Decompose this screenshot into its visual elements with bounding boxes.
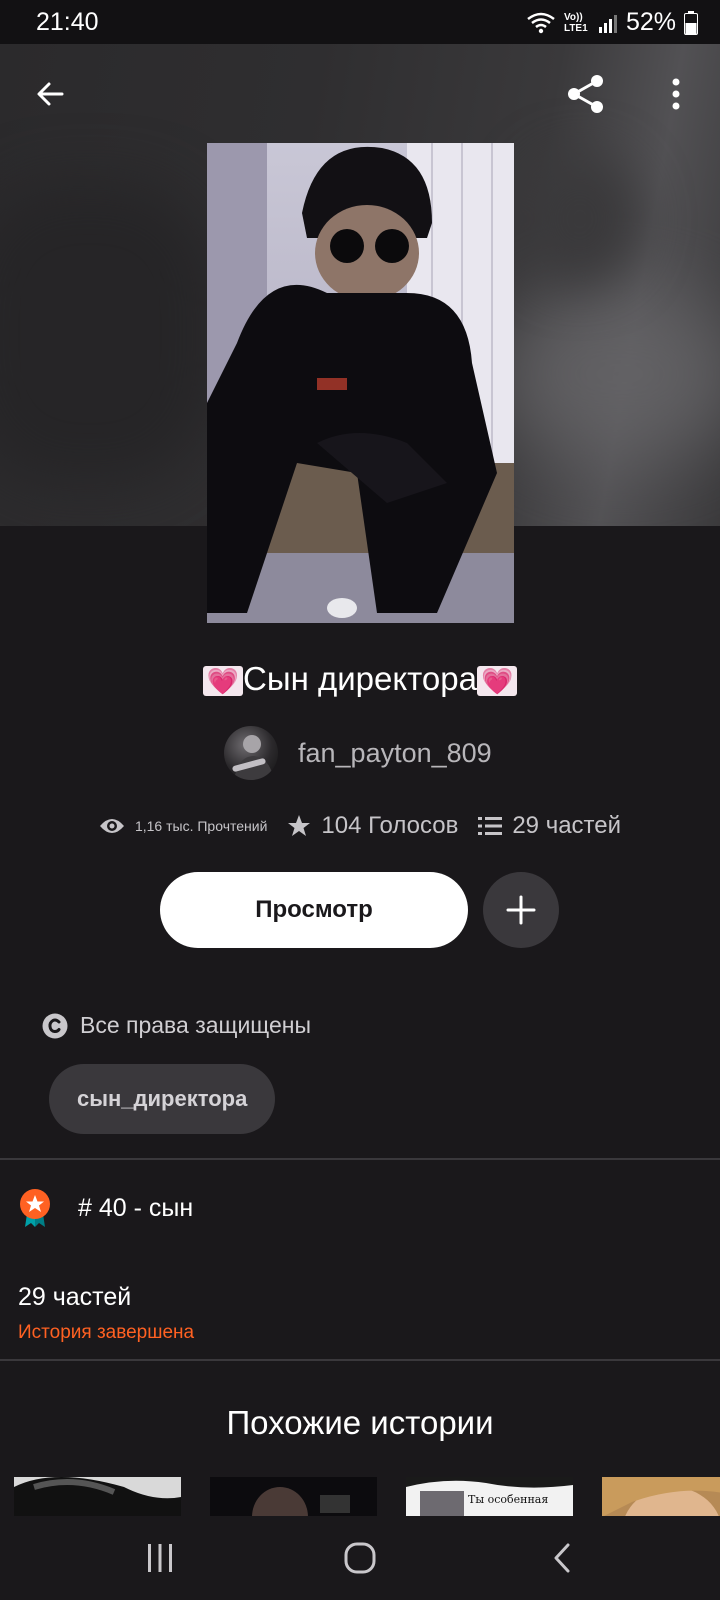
- status-bar: 21:40 Vo)) LTE1 52%: [0, 0, 720, 44]
- votes-count: 104 Голосов: [321, 812, 459, 839]
- story-stats: 1,16 тыс. Прочтений 104 Голосов 29 часте…: [0, 812, 720, 840]
- read-button[interactable]: Просмотр: [160, 872, 468, 948]
- tag-chip[interactable]: сын_директора: [49, 1064, 276, 1134]
- more-button[interactable]: [656, 72, 696, 116]
- chevron-left-icon: [554, 1543, 570, 1573]
- rank-row[interactable]: # 40 - сын: [18, 1188, 193, 1228]
- arrow-left-icon: [37, 82, 64, 106]
- battery-icon: [684, 10, 698, 35]
- similar-story-card[interactable]: Ты особенная: [406, 1477, 573, 1517]
- author-avatar[interactable]: [224, 726, 278, 780]
- copyright-icon: [42, 1013, 68, 1038]
- add-to-library-button[interactable]: [483, 872, 559, 948]
- parts-count[interactable]: 29 частей: [18, 1283, 194, 1312]
- share-button[interactable]: [562, 70, 610, 118]
- copyright-text: Все права защищены: [80, 1012, 311, 1038]
- heart-emoji-icon: 💗: [202, 665, 244, 696]
- plus-icon: [506, 895, 536, 925]
- share-icon: [568, 75, 603, 113]
- parts-stat: 29 частей: [478, 812, 621, 840]
- star-icon: [288, 815, 311, 836]
- network-label: Vo)) LTE1: [563, 11, 588, 34]
- system-nav-bar: [0, 1516, 720, 1600]
- wifi-icon: [526, 12, 556, 34]
- signal-icon: [598, 13, 618, 33]
- list-icon: [478, 817, 503, 835]
- home-button[interactable]: [330, 1534, 390, 1582]
- votes-stat: 104 Голосов: [287, 812, 458, 840]
- recent-apps-button[interactable]: [130, 1534, 190, 1582]
- copyright-row: Все права защищены: [42, 1012, 311, 1039]
- parts-count-stat: 29 частей: [512, 812, 622, 839]
- similar-story-caption: Ты особенная: [468, 1493, 549, 1506]
- story-title: 💗 Сын директора 💗: [0, 660, 720, 698]
- author-row[interactable]: fan_payton_809: [224, 726, 492, 780]
- divider: [0, 1359, 720, 1361]
- battery-percent: 52%: [625, 8, 676, 36]
- recent-apps-icon: [148, 1544, 172, 1572]
- rank-badge-icon: [20, 1189, 50, 1227]
- similar-story-card[interactable]: [210, 1477, 377, 1517]
- story-status: История завершена: [18, 1322, 195, 1343]
- story-cover[interactable]: [207, 143, 514, 623]
- status-time: 21:40: [36, 8, 99, 36]
- more-vertical-icon: [672, 78, 680, 110]
- divider: [0, 1158, 720, 1160]
- similar-stories-title: Похожие истории: [226, 1404, 494, 1441]
- similar-stories-carousel[interactable]: Ты особенная: [14, 1477, 720, 1517]
- author-name[interactable]: fan_payton_809: [298, 738, 492, 769]
- reads-stat: 1,16 тыс. Прочтений: [99, 817, 267, 835]
- heart-emoji-icon: 💗: [476, 665, 518, 696]
- similar-story-card[interactable]: [14, 1477, 181, 1517]
- system-back-button[interactable]: [532, 1534, 592, 1582]
- status-indicators: Vo)) LTE1 52%: [526, 8, 698, 37]
- back-button[interactable]: [28, 72, 72, 116]
- home-icon: [344, 1542, 376, 1574]
- story-title-text: Сын директора: [243, 660, 477, 697]
- similar-story-card[interactable]: [602, 1477, 720, 1517]
- eye-icon: [99, 819, 124, 833]
- reads-count: 1,16 тыс. Прочтений: [134, 818, 268, 834]
- parts-block[interactable]: 29 частей История завершена: [18, 1283, 194, 1344]
- rank-text[interactable]: # 40 - сын: [78, 1194, 193, 1223]
